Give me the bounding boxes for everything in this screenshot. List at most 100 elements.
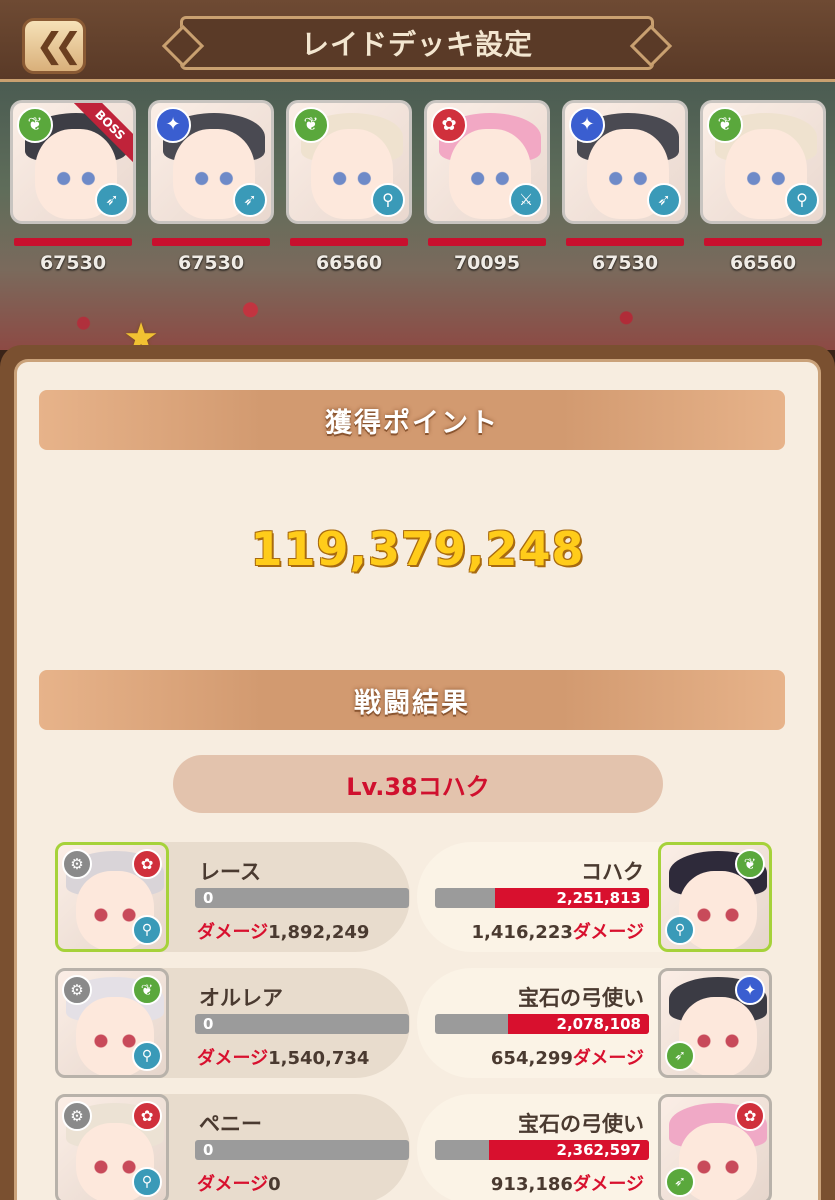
settings-gear-icon: ⚙ [62, 975, 92, 1005]
ally-portrait[interactable]: ⚙ ❦ ⚲ [55, 968, 169, 1078]
fire-element-icon: ✿ [132, 1101, 162, 1131]
enemy-damage: 913,186ダメージ [491, 1170, 644, 1196]
party-member-power: 66560 [729, 252, 797, 274]
result-panel-inner: 獲得ポイント 119,379,248 戦闘結果 Lv.38コハク ⚙ ✿ ⚲ レ… [14, 359, 821, 1200]
points-header-label: 獲得ポイント [325, 407, 499, 439]
ally-name: オルレア [199, 986, 283, 1010]
fire-element-icon: ✿ [735, 1101, 765, 1131]
enemy-hp-bar: 2,078,108 [435, 1014, 649, 1034]
ally-damage: ダメージ1,892,249 [197, 918, 369, 944]
ally-hp-value: 0 [203, 889, 214, 907]
points-value: 119,379,248 [250, 522, 585, 576]
settings-gear-icon: ⚙ [62, 849, 92, 879]
enemy-hp-bar: 2,362,597 [435, 1140, 649, 1160]
enemy-result-row: コハク 2,251,813 1,416,223ダメージ ❦ ⚲ [417, 842, 772, 952]
party-member-hp-bar [566, 238, 684, 246]
enemy-portrait[interactable]: ✿ ➶ [658, 1094, 772, 1200]
wand-class-icon: ⚲ [132, 915, 162, 945]
fire-element-icon: ✿ [431, 107, 467, 143]
enemy-hp-bar: 2,251,813 [435, 888, 649, 908]
wand-class-icon: ⚲ [665, 915, 695, 945]
top-bar: ❮❮ レイドデッキ設定 [0, 0, 835, 82]
party-member-power: 67530 [591, 252, 659, 274]
enemy-hp-value: 2,362,597 [556, 1141, 641, 1159]
sword-class-icon: ⚔ [509, 183, 543, 217]
enemy-portrait[interactable]: ❦ ⚲ [658, 842, 772, 952]
raid-party: ❦ ➶ BOSS 67530 ✦ ➶ 67530 ❦ ⚲ 66560 ✿ ⚔ 70… [0, 82, 835, 350]
wand-class-icon: ⚲ [785, 183, 819, 217]
party-member-portrait[interactable]: ✦ ➶ [562, 100, 688, 224]
wind-element-icon: ✦ [155, 107, 191, 143]
leaf-element-icon: ❦ [293, 107, 329, 143]
battle-header: 戦闘結果 [39, 670, 785, 730]
ally-damage-value: 1,892,249 [268, 922, 370, 943]
enemy-damage: 1,416,223ダメージ [472, 918, 644, 944]
party-member-power: 66560 [315, 252, 383, 274]
damage-label: ダメージ [197, 922, 269, 943]
ally-damage: ダメージ0 [197, 1170, 281, 1196]
double-chevron-left-icon: ❮❮ [35, 26, 83, 66]
result-panel: 獲得ポイント 119,379,248 戦闘結果 Lv.38コハク ⚙ ✿ ⚲ レ… [0, 345, 835, 1200]
enemy-result-row: 宝石の弓使い 2,362,597 913,186ダメージ ✿ ➶ [417, 1094, 772, 1200]
fire-element-icon: ✿ [132, 849, 162, 879]
enemy-name: コハク [581, 860, 644, 884]
party-member-hp-bar [428, 238, 546, 246]
ally-portrait[interactable]: ⚙ ✿ ⚲ [55, 1094, 169, 1200]
wind-element-icon: ✦ [735, 975, 765, 1005]
party-member-portrait[interactable]: ❦ ➶ BOSS [10, 100, 136, 224]
bow-class-icon: ➶ [647, 183, 681, 217]
enemy-damage-value: 1,416,223 [471, 922, 573, 943]
enemy-damage-value: 654,299 [490, 1048, 573, 1069]
enemy-damage-value: 913,186 [490, 1174, 573, 1195]
damage-label: ダメージ [197, 1174, 269, 1195]
bow-class-icon: ➶ [665, 1167, 695, 1197]
party-member-power: 70095 [453, 252, 521, 274]
bow-class-icon: ➶ [233, 183, 267, 217]
leaf-element-icon: ❦ [132, 975, 162, 1005]
leaf-element-icon: ❦ [17, 107, 53, 143]
wand-class-icon: ⚲ [132, 1167, 162, 1197]
ally-hp-value: 0 [203, 1015, 214, 1033]
ally-hp-bar: 0 [195, 888, 409, 908]
ally-portrait[interactable]: ⚙ ✿ ⚲ [55, 842, 169, 952]
ally-damage-value: 0 [268, 1174, 281, 1195]
party-member-hp-bar [14, 238, 132, 246]
party-member-portrait[interactable]: ✦ ➶ [148, 100, 274, 224]
party-member-hp-bar [152, 238, 270, 246]
ally-hp-value: 0 [203, 1141, 214, 1159]
ally-result-row: ⚙ ✿ ⚲ ペニー 0 ダメージ0 [55, 1094, 410, 1200]
enemy-name: 宝石の弓使い [518, 1112, 644, 1136]
party-member-power: 67530 [177, 252, 245, 274]
ally-name: ペニー [199, 1112, 262, 1136]
ally-name: レース [199, 860, 261, 884]
damage-label: ダメージ [572, 922, 644, 943]
party-member-portrait[interactable]: ✿ ⚔ [424, 100, 550, 224]
page-title: レイドデッキ設定 [300, 28, 533, 61]
wand-class-icon: ⚲ [132, 1041, 162, 1071]
ally-hp-bar: 0 [195, 1140, 409, 1160]
leaf-element-icon: ❦ [735, 849, 765, 879]
party-member-portrait[interactable]: ❦ ⚲ [700, 100, 826, 224]
party-member-hp-bar [290, 238, 408, 246]
leaf-element-icon: ❦ [707, 107, 743, 143]
party-member-power: 67530 [39, 252, 107, 274]
ally-damage: ダメージ1,540,734 [197, 1044, 369, 1070]
party-member-portrait[interactable]: ❦ ⚲ [286, 100, 412, 224]
enemy-hp-value: 2,251,813 [556, 889, 641, 907]
ally-result-row: ⚙ ✿ ⚲ レース 0 ダメージ1,892,249 [55, 842, 410, 952]
battle-header-label: 戦闘結果 [354, 687, 470, 719]
ally-hp-bar: 0 [195, 1014, 409, 1034]
wand-class-icon: ⚲ [371, 183, 405, 217]
enemy-name: 宝石の弓使い [518, 986, 644, 1010]
damage-label: ダメージ [572, 1048, 644, 1069]
enemy-portrait[interactable]: ✦ ➶ [658, 968, 772, 1078]
enemy-hp-value: 2,078,108 [556, 1015, 641, 1033]
damage-label: ダメージ [572, 1174, 644, 1195]
settings-gear-icon: ⚙ [62, 1101, 92, 1131]
title-plate: レイドデッキ設定 [180, 16, 654, 70]
enemy-result-row: 宝石の弓使い 2,078,108 654,299ダメージ ✦ ➶ [417, 968, 772, 1078]
wind-element-icon: ✦ [569, 107, 605, 143]
back-button[interactable]: ❮❮ [22, 18, 86, 74]
points-header: 獲得ポイント [39, 390, 785, 450]
party-member-hp-bar [704, 238, 822, 246]
